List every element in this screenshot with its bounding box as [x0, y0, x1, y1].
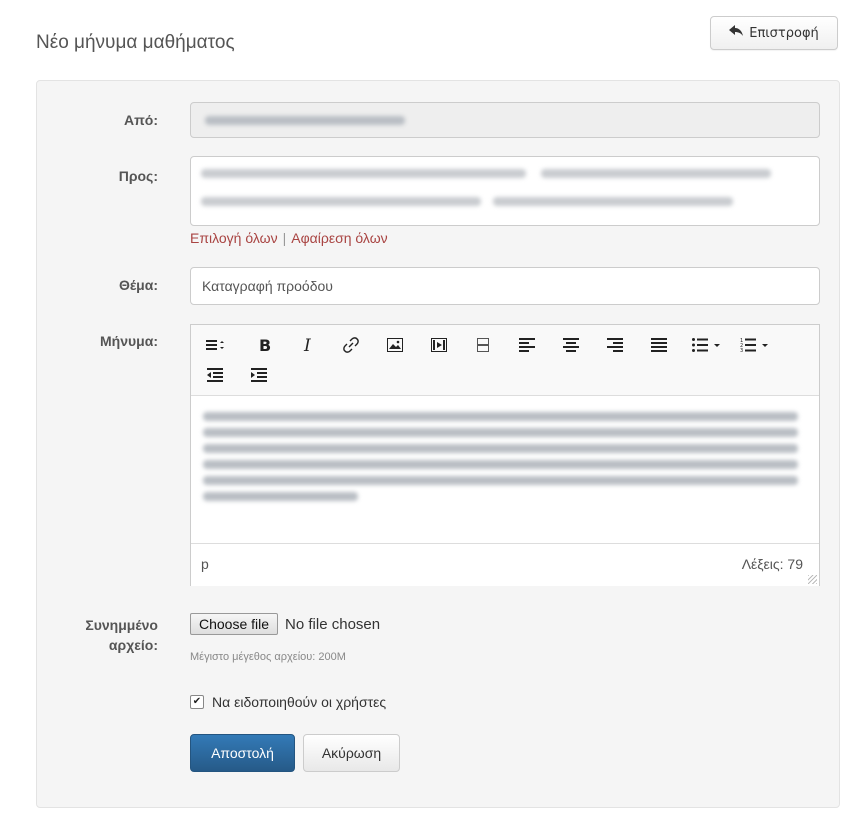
bullet-list-icon[interactable] [689, 333, 729, 357]
outdent-icon[interactable] [203, 363, 227, 387]
indent-icon[interactable] [247, 363, 271, 387]
redacted-message-line [203, 492, 358, 501]
editor-toolbar: B I 123 [191, 325, 819, 396]
editor-statusbar: p Λέξεις: 79 [191, 543, 819, 586]
notify-checkbox[interactable]: ✔ [190, 695, 204, 709]
recipient-tag[interactable] [201, 169, 526, 178]
remove-all-link[interactable]: Αφαίρεση όλων [291, 230, 387, 246]
recipients-field[interactable] [190, 156, 820, 226]
from-field [190, 102, 820, 138]
select-all-link[interactable]: Επιλογή όλων [190, 230, 278, 246]
italic-icon[interactable]: I [297, 333, 321, 357]
recipient-tag[interactable] [493, 197, 733, 206]
subject-label: Θέμα: [118, 277, 158, 293]
resize-grip-icon[interactable] [808, 575, 817, 584]
attachment-label-line2: αρχείο: [108, 637, 158, 653]
file-status: No file chosen [285, 615, 381, 633]
page-title: Νέο μήνυμα μαθήματος [36, 32, 235, 53]
subject-input[interactable]: Καταγραφή προόδου [190, 267, 820, 305]
numbered-list-icon[interactable]: 123 [737, 333, 777, 357]
editor-content[interactable] [191, 396, 819, 542]
media-icon[interactable] [427, 333, 451, 357]
svg-text:B: B [259, 337, 271, 353]
page-break-icon[interactable] [471, 333, 495, 357]
redacted-message-line [203, 428, 798, 437]
word-count: Λέξεις: 79 [741, 556, 803, 572]
file-input: Choose file No file chosen [190, 613, 380, 635]
rich-text-editor: B I 123 p Λέξεις: 79 [190, 324, 820, 586]
recipient-links: Επιλογή όλων | Αφαίρεση όλων [190, 230, 388, 246]
align-right-icon[interactable] [603, 333, 627, 357]
link-separator: | [282, 230, 287, 246]
cancel-button[interactable]: Ακύρωση [303, 734, 400, 772]
recipient-tag[interactable] [201, 197, 481, 206]
recipient-tag[interactable] [541, 169, 771, 178]
redacted-message-line [203, 460, 798, 469]
bold-icon[interactable]: B [253, 333, 277, 357]
submit-button[interactable]: Αποστολή [190, 734, 295, 772]
link-icon[interactable] [339, 333, 363, 357]
align-left-icon[interactable] [515, 333, 539, 357]
svg-text:3: 3 [740, 348, 743, 353]
max-file-size-help: Μέγιστο μέγεθος αρχείου: 200M [190, 651, 346, 663]
redacted-message-line [203, 476, 798, 485]
redacted-sender [205, 116, 405, 125]
align-center-icon[interactable] [559, 333, 583, 357]
choose-file-button[interactable]: Choose file [190, 613, 279, 635]
attachment-label: Συνημμένο αρχείο: [40, 615, 158, 655]
notify-users-option: ✔ Να ειδοποιηθούν οι χρήστες [190, 694, 386, 710]
notify-label[interactable]: Να ειδοποιηθούν οι χρήστες [212, 694, 386, 710]
message-label: Μήνυμα: [100, 333, 158, 349]
back-arrow-icon [729, 25, 744, 41]
svg-text:I: I [303, 337, 311, 353]
from-label: Από: [123, 112, 158, 128]
image-icon[interactable] [383, 333, 407, 357]
format-icon[interactable] [203, 333, 227, 357]
back-button-label: Επιστροφή [749, 25, 819, 41]
redacted-message-line [203, 444, 798, 453]
attachment-label-line1: Συνημμένο [85, 617, 158, 633]
align-justify-icon[interactable] [647, 333, 671, 357]
to-label: Προς: [118, 168, 158, 184]
redacted-message-line [203, 412, 798, 421]
element-path: p [201, 556, 209, 572]
back-button[interactable]: Επιστροφή [710, 16, 838, 50]
